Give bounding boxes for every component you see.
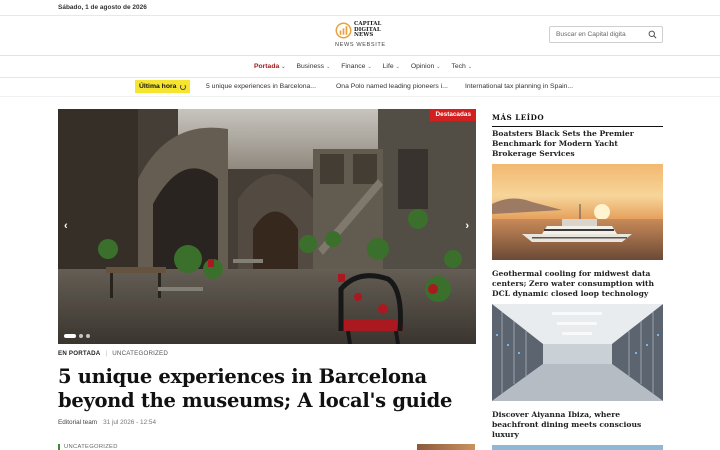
chevron-down-icon: ⌄ (367, 63, 372, 70)
nav-item-finance[interactable]: Finance ⌄ (341, 63, 371, 70)
search-icon[interactable] (648, 30, 657, 39)
sidebar-article-title[interactable]: Geothermal cooling for midwest data cent… (492, 269, 663, 299)
most-read-sidebar: MÁS LEÍDO Boatsters Black Sets the Premi… (492, 109, 663, 450)
chevron-down-icon: ⌄ (395, 63, 400, 70)
nav-item-opinion[interactable]: Opinion ⌄ (411, 63, 441, 70)
sidebar-article-title[interactable]: Discover Aiyanna Ibiza, where beachfront… (492, 410, 663, 440)
site-header: CAPITAL DIGITAL NEWS NEWS WEBSITE (0, 16, 720, 56)
logo-tagline: NEWS WEBSITE (335, 42, 386, 48)
next-article-thumbnail[interactable] (417, 444, 475, 450)
slider-dot[interactable] (79, 334, 83, 338)
logo-mark-icon (335, 22, 352, 39)
ticker-label: Última hora (135, 80, 191, 93)
slider-dot[interactable] (86, 334, 90, 338)
nav-item-life[interactable]: Life ⌄ (383, 63, 400, 70)
sidebar-article-title[interactable]: Boatsters Black Sets the Premier Benchma… (492, 129, 663, 159)
slider-dot[interactable] (64, 334, 76, 338)
main-nav: Portada ⌄ Business ⌄ Finance ⌄ Life ⌄ Opinio… (0, 56, 720, 78)
sidebar-article[interactable]: Boatsters Black Sets the Premier Benchma… (492, 129, 663, 260)
sidebar-article-image[interactable] (492, 304, 663, 401)
sidebar-article-image[interactable] (492, 445, 663, 450)
search-input[interactable] (556, 31, 642, 38)
sidebar-heading: MÁS LEÍDO (492, 113, 663, 127)
yacht-image (492, 164, 663, 260)
slider-pagination (64, 334, 90, 338)
ticker-headline[interactable]: International tax planning in Spain... (465, 83, 573, 90)
sidebar-article[interactable]: Geothermal cooling for midwest data cent… (492, 269, 663, 401)
nav-item-business[interactable]: Business ⌄ (296, 63, 330, 70)
chevron-down-icon: ⌄ (467, 63, 473, 70)
current-date: Sábado, 1 de agosto de 2026 (58, 4, 147, 11)
article-meta: Editorial team 31 jul 2026 - 12:54 (58, 419, 156, 426)
chevron-down-icon: ⌄ (436, 63, 441, 70)
beach-image (492, 445, 663, 450)
featured-badge: Destacadas (430, 109, 476, 121)
sidebar-article-image[interactable] (492, 164, 663, 260)
slider-prev-arrow-icon[interactable]: ‹ (64, 220, 68, 232)
logo-wordmark: CAPITAL DIGITAL NEWS (354, 21, 382, 39)
article-categories: EN PORTADA | UNCATEGORIZED (58, 350, 168, 357)
chevron-down-icon: ⌄ (281, 63, 286, 70)
category-link[interactable]: UNCATEGORIZED (112, 350, 168, 357)
author-link[interactable]: Editorial team (58, 419, 97, 426)
top-bar: Sábado, 1 de agosto de 2026 (0, 0, 720, 16)
loading-spinner-icon (180, 83, 187, 90)
slider-next-arrow-icon[interactable]: › (465, 220, 469, 232)
featured-slider[interactable]: Destacadas ‹ › (58, 109, 476, 344)
next-article-category[interactable]: UNCATEGORIZED (58, 444, 118, 450)
nav-item-portada[interactable]: Portada ⌄ (254, 63, 286, 70)
featured-image (58, 109, 476, 344)
site-logo[interactable]: CAPITAL DIGITAL NEWS NEWS WEBSITE (335, 21, 387, 53)
sidebar-article[interactable]: Discover Aiyanna Ibiza, where beachfront… (492, 410, 663, 450)
article-datetime: 31 jul 2026 - 12:54 (103, 419, 157, 426)
breaking-news-ticker: Última hora 5 unique experiences in Barc… (0, 78, 720, 97)
category-separator: | (105, 350, 108, 357)
search-box[interactable] (549, 26, 663, 43)
data-center-image (492, 304, 663, 401)
featured-article-title[interactable]: 5 unique experiences in Barcelona beyond… (58, 365, 478, 413)
category-link[interactable]: EN PORTADA (58, 350, 100, 357)
ticker-headline[interactable]: 5 unique experiences in Barcelona... (206, 83, 316, 90)
nav-item-tech[interactable]: Tech ⌄ (451, 63, 472, 70)
chevron-down-icon: ⌄ (326, 63, 331, 70)
ticker-headline[interactable]: Ona Polo named leading pioneers i... (336, 83, 448, 90)
